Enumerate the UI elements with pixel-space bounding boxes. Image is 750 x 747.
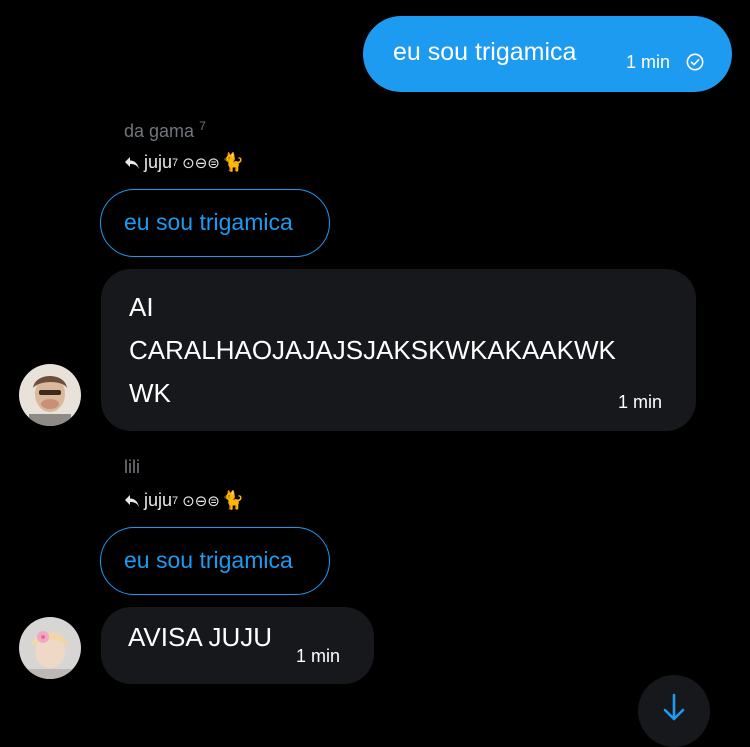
quoted-message-text: eu sou trigamica (124, 209, 293, 235)
incoming-message-bubble[interactable]: AVISA JUJU 1 min (101, 607, 374, 684)
reply-to-sup: 7 (172, 156, 179, 169)
incoming-message-text: AVISA JUJU (128, 622, 273, 652)
outgoing-message-time: 1 min (626, 52, 671, 72)
sender-name-text: lili (124, 457, 140, 477)
outgoing-message-text: eu sou trigamica (393, 38, 577, 66)
incoming-message-time: 1 min (296, 646, 341, 666)
reply-to-sup: 7 (172, 494, 179, 507)
avatar-image (19, 364, 81, 426)
avatar[interactable] (19, 617, 81, 679)
sender-name-sup: 7 (199, 119, 206, 133)
avatar[interactable] (19, 364, 81, 426)
reply-to-name: juju (144, 490, 173, 510)
reply-to-symbols: ⊙⊖⊜ (182, 492, 220, 510)
sender-name: da gama 7 (124, 119, 206, 142)
cat-emoji-icon: 🐈 (221, 152, 245, 172)
reply-arrow-icon (125, 494, 139, 507)
cat-emoji-icon: 🐈 (221, 490, 245, 510)
sent-check-icon (686, 53, 704, 71)
incoming-message-text: AI CARALHAOJAJAJSJAKSKWKAKAAKWK WK (129, 286, 616, 415)
sender-name-text: da gama (124, 121, 195, 141)
message-line: AI (129, 292, 154, 322)
sender-name: lili (124, 457, 140, 478)
arrow-down-icon (663, 693, 685, 721)
reply-to-name: juju (144, 152, 173, 172)
reply-to-symbols: ⊙⊖⊜ (182, 154, 220, 172)
message-line: WK (129, 378, 171, 408)
quoted-message[interactable]: eu sou trigamica (100, 189, 330, 257)
outgoing-message-bubble[interactable]: eu sou trigamica 1 min (363, 16, 732, 92)
reply-arrow-icon (125, 156, 139, 169)
reply-indicator[interactable]: juju 7 ⊙⊖⊜ 🐈 (124, 490, 244, 511)
message-line: CARALHAOJAJAJSJAKSKWKAKAAKWK (129, 335, 616, 365)
quoted-message[interactable]: eu sou trigamica (100, 527, 330, 595)
avatar-image (19, 617, 81, 679)
incoming-message-bubble[interactable]: AI CARALHAOJAJAJSJAKSKWKAKAAKWK WK 1 min (101, 269, 696, 431)
quoted-message-text: eu sou trigamica (124, 547, 293, 573)
scroll-to-bottom-button[interactable] (638, 675, 710, 747)
reply-indicator[interactable]: juju 7 ⊙⊖⊜ 🐈 (124, 152, 244, 173)
incoming-message-time: 1 min (618, 392, 663, 412)
